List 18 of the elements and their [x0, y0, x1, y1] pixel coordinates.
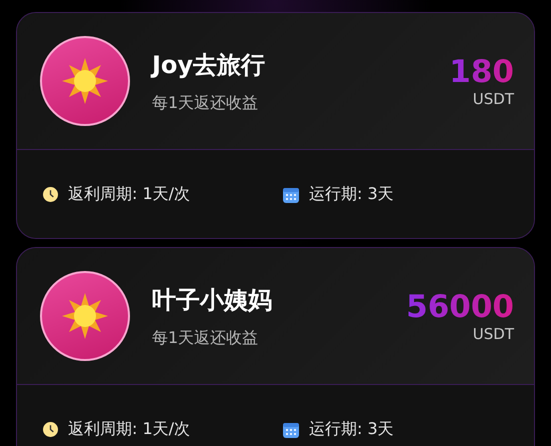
- currency-label: USDT: [472, 325, 514, 343]
- period-text: 运行期: 3天: [309, 418, 394, 440]
- plan-card[interactable]: 叶子小姨妈 每1天返还收益 56000 USDT 返利周期: 1天/次 运行期: 3天: [16, 247, 535, 446]
- cycle-text: 返利周期: 1天/次: [68, 418, 190, 440]
- plan-subtitle: 每1天返还收益: [152, 328, 260, 348]
- plan-subtitle: 每1天返还收益: [152, 92, 260, 114]
- currency-label: USDT: [472, 90, 514, 108]
- calendar-icon: [283, 186, 299, 202]
- sun-icon: [60, 56, 110, 106]
- clock-icon: [43, 422, 58, 436]
- cycle-text: 返利周期: 1天/次: [68, 184, 190, 204]
- calendar-icon: [283, 420, 299, 438]
- plan-card[interactable]: Joy去旅行 每1天返还收益 180 USDT 返利周期: 1天/次 运行期: 3天: [16, 12, 535, 239]
- sun-icon: [60, 291, 110, 341]
- plan-name: 叶子小姨妈: [152, 284, 273, 316]
- period-text: 运行期: 3天: [309, 184, 394, 204]
- clock-icon: [43, 186, 58, 202]
- plan-name: Joy去旅行: [152, 50, 266, 80]
